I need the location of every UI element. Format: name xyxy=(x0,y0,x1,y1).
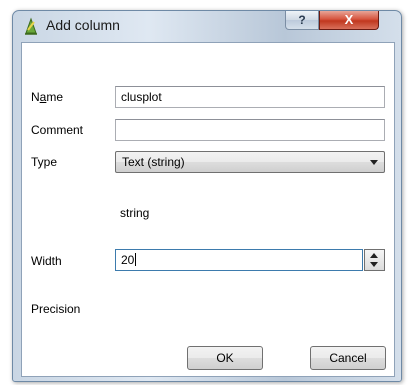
precision-label: Precision xyxy=(31,302,81,316)
help-button[interactable]: ? xyxy=(285,11,319,30)
text-caret xyxy=(135,253,137,266)
name-label: Name xyxy=(31,90,64,104)
type-select-value: Text (string) xyxy=(122,155,185,169)
type-name-text: string xyxy=(120,206,150,220)
type-select[interactable]: Text (string) xyxy=(115,151,385,173)
close-button[interactable]: X xyxy=(319,11,379,30)
width-label: Width xyxy=(31,254,62,268)
stepper-up-icon[interactable] xyxy=(370,253,378,258)
name-field[interactable]: clusplot xyxy=(115,86,385,108)
stepper-down-icon[interactable] xyxy=(370,262,378,267)
ok-button[interactable]: OK xyxy=(187,346,263,370)
type-label: Type xyxy=(31,155,58,169)
add-column-dialog: Add column ? X Name clusplot Comment Typ… xyxy=(12,10,402,382)
comment-label: Comment xyxy=(31,123,84,137)
width-input[interactable]: 20 xyxy=(115,249,363,271)
width-input-value: 20 xyxy=(121,253,135,267)
window-title: Add column xyxy=(46,17,120,33)
chevron-down-icon xyxy=(370,160,378,165)
comment-field[interactable] xyxy=(115,119,385,141)
cancel-button[interactable]: Cancel xyxy=(310,346,386,370)
dialog-body: Name clusplot Comment Type Text (string)… xyxy=(21,42,395,377)
width-stepper[interactable] xyxy=(364,249,385,271)
qgis-logo-icon xyxy=(22,16,40,36)
title-bar[interactable]: Add column ? X xyxy=(13,11,401,41)
